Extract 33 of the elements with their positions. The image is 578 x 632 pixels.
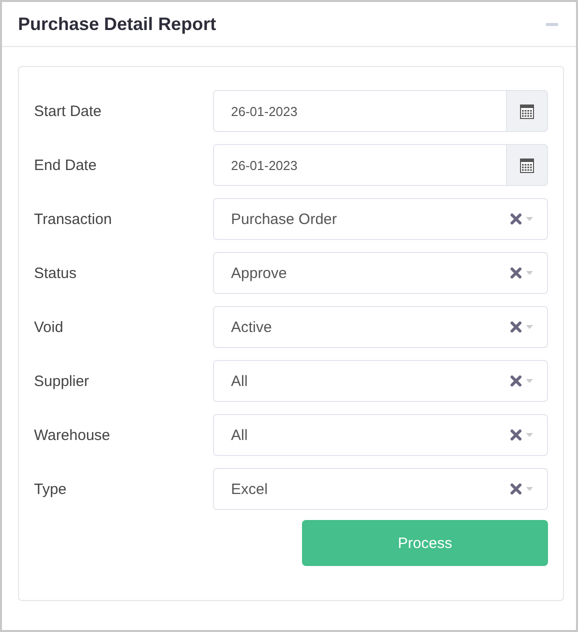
date-field[interactable]: 26-01-2023 [213,90,507,132]
panel-title: Purchase Detail Report [18,14,216,34]
clear-icon[interactable] [510,321,522,333]
caret-icon [526,487,533,491]
clear-icon[interactable] [510,483,522,495]
clear-icon[interactable] [510,267,522,279]
clear-icon[interactable] [510,375,522,387]
select-field[interactable]: Approve [213,252,548,294]
select-field[interactable]: All [213,414,548,456]
caret-icon [526,217,533,221]
clear-icon[interactable] [510,213,522,225]
caret-icon [526,433,533,437]
select-field[interactable]: All [213,360,548,402]
field-label: Transaction [34,210,113,228]
calendar-icon [520,104,534,118]
field-label: Status [34,264,78,282]
field-label: Supplier [34,372,90,390]
field-label: Type [34,480,68,498]
date-field[interactable]: 26-01-2023 [213,144,507,186]
field-label: End Date [34,156,98,174]
caret-icon [526,271,533,275]
select-field[interactable]: Purchase Order [213,198,548,240]
calendar-button[interactable] [507,144,548,186]
calendar-icon [520,158,534,172]
field-label: Warehouse [34,426,112,444]
calendar-button[interactable] [507,90,548,132]
field-label: Start Date [34,102,103,120]
clear-icon[interactable] [510,429,522,441]
select-field[interactable]: Active [213,306,548,348]
caret-icon [526,325,533,329]
select-field[interactable]: Excel [213,468,548,510]
caret-icon [526,379,533,383]
field-label: Void [34,318,64,336]
